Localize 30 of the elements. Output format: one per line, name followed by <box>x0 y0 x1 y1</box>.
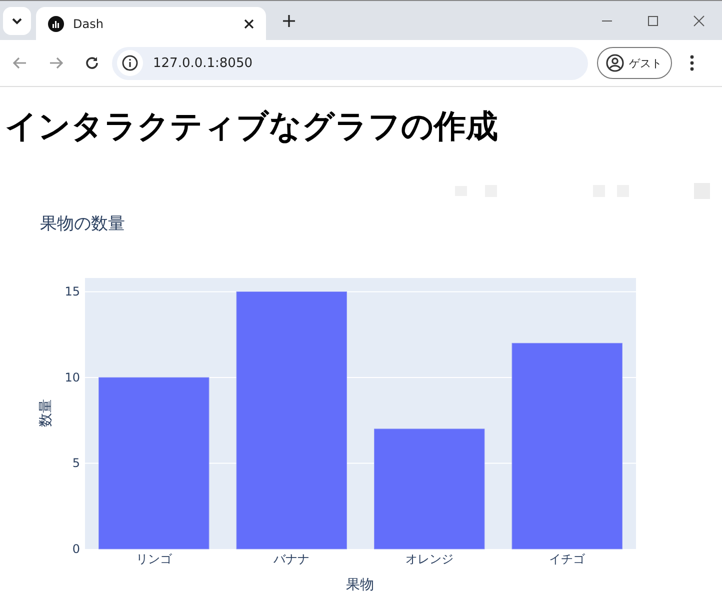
y-tick-label: 15 <box>64 284 80 299</box>
page-heading: インタラクティブなグラフの作成 <box>5 108 499 145</box>
forward-icon[interactable] <box>48 55 64 71</box>
site-info-button[interactable] <box>117 50 143 76</box>
back-icon[interactable] <box>12 55 28 71</box>
browser-tab[interactable]: Dash <box>36 7 266 40</box>
url-text: 127.0.0.1:8050 <box>153 56 252 70</box>
person-icon <box>606 54 624 72</box>
reload-icon[interactable] <box>84 55 100 71</box>
bar-chart-icon <box>48 16 64 32</box>
y-axis-title: 数量 <box>38 399 54 427</box>
x-axis-title: 果物 <box>346 577 374 593</box>
y-tick-label: 10 <box>64 370 80 384</box>
tab-search-button[interactable] <box>3 6 31 34</box>
x-tick-label: オレンジ <box>405 552 454 566</box>
menu-icon[interactable] <box>690 55 694 71</box>
x-tick-label: バナナ <box>274 552 310 566</box>
x-tick-label: イチゴ <box>549 552 586 566</box>
chart-title: 果物の数量 <box>40 214 125 234</box>
address-bar[interactable]: 127.0.0.1:8050 <box>112 46 588 80</box>
maximize-icon[interactable] <box>647 14 659 26</box>
new-tab-icon[interactable] <box>283 14 295 26</box>
info-icon <box>122 55 138 71</box>
close-icon[interactable] <box>244 18 254 28</box>
y-tick-label: 5 <box>72 456 80 470</box>
profile-button[interactable]: ゲスト <box>597 47 672 79</box>
y-tick-label: 0 <box>72 542 80 556</box>
tab-title: Dash <box>73 16 104 30</box>
x-tick-label: リンゴ <box>136 552 172 566</box>
close-window-icon[interactable] <box>693 14 705 26</box>
